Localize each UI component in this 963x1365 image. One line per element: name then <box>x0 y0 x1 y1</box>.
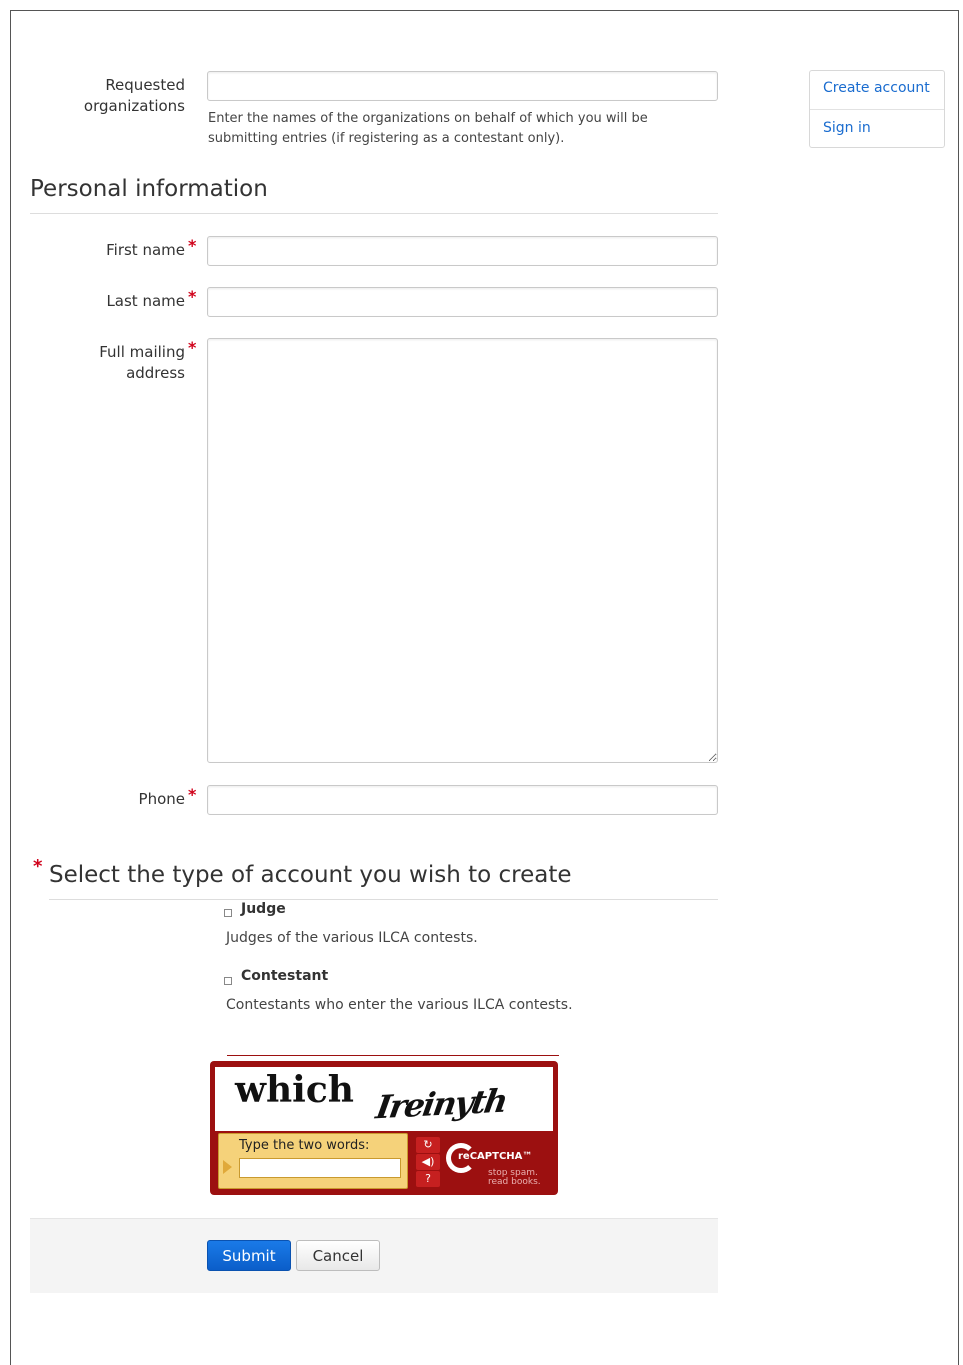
captcha-top-rule <box>227 1055 559 1056</box>
help-icon[interactable]: ? <box>416 1171 440 1187</box>
mailing-address-label: Full mailing address <box>60 342 185 384</box>
captcha-word-1: which <box>235 1069 354 1111</box>
captcha-prompt: Type the two words: <box>239 1138 370 1153</box>
divider <box>810 109 944 110</box>
contestant-option-description: Contestants who enter the various ILCA c… <box>226 997 573 1013</box>
contestant-checkbox[interactable] <box>224 977 232 985</box>
captcha-word-2: Ireinyth <box>373 1081 509 1127</box>
account-links-box: Create account Sign in <box>809 70 945 148</box>
contestant-option-title: Contestant <box>241 968 329 984</box>
required-asterisk: * <box>188 785 197 804</box>
arrow-icon <box>223 1160 232 1174</box>
recaptcha-logo: reCAPTCHA™ stop spam. read books. <box>444 1139 550 1189</box>
phone-input[interactable] <box>207 785 718 815</box>
mailing-address-label-line2: address <box>126 364 185 382</box>
personal-info-heading: Personal information <box>30 176 268 202</box>
section-divider <box>49 899 718 900</box>
recaptcha-tagline-line2: read books. <box>488 1177 541 1187</box>
cancel-button[interactable]: Cancel <box>296 1240 380 1271</box>
requested-orgs-help-line1: Enter the names of the organizations on … <box>208 111 648 126</box>
recaptcha-widget: which Ireinyth Type the two words: ↻ ◀) … <box>210 1061 558 1195</box>
judge-option-title: Judge <box>241 901 286 917</box>
requested-orgs-label-line1: Requested <box>105 76 185 94</box>
audio-icon[interactable]: ◀) <box>416 1154 440 1170</box>
last-name-label: Last name <box>106 292 185 310</box>
sign-in-link[interactable]: Sign in <box>823 120 871 136</box>
required-asterisk: * <box>188 287 197 306</box>
requested-orgs-help-line2: submitting entries (if registering as a … <box>208 131 565 146</box>
reload-icon[interactable]: ↻ <box>416 1137 440 1153</box>
phone-label: Phone <box>138 790 185 808</box>
captcha-input-panel: Type the two words: <box>218 1133 408 1189</box>
captcha-image: which Ireinyth <box>215 1067 553 1131</box>
account-type-heading: Select the type of account you wish to c… <box>49 862 572 888</box>
first-name-label: First name <box>106 241 185 259</box>
requested-orgs-label: Requested organizations <box>60 75 185 117</box>
recaptcha-logo-text: reCAPTCHA™ <box>458 1151 533 1162</box>
mailing-address-textarea[interactable] <box>207 338 718 763</box>
create-account-link[interactable]: Create account <box>823 80 930 96</box>
mailing-address-label-line1: Full mailing <box>99 343 185 361</box>
submit-button[interactable]: Submit <box>207 1240 291 1271</box>
judge-option-description: Judges of the various ILCA contests. <box>226 930 478 946</box>
captcha-response-input[interactable] <box>239 1158 401 1178</box>
section-divider <box>30 213 718 214</box>
last-name-input[interactable] <box>207 287 718 317</box>
requested-orgs-help: Enter the names of the organizations on … <box>208 109 728 149</box>
required-asterisk: * <box>188 236 197 255</box>
required-asterisk: * <box>188 338 197 357</box>
requested-orgs-label-line2: organizations <box>83 97 185 115</box>
first-name-input[interactable] <box>207 236 718 266</box>
requested-orgs-input[interactable] <box>207 71 718 101</box>
recaptcha-tagline: stop spam. read books. <box>488 1169 541 1187</box>
required-asterisk: * <box>33 856 43 877</box>
judge-checkbox[interactable] <box>224 909 232 917</box>
